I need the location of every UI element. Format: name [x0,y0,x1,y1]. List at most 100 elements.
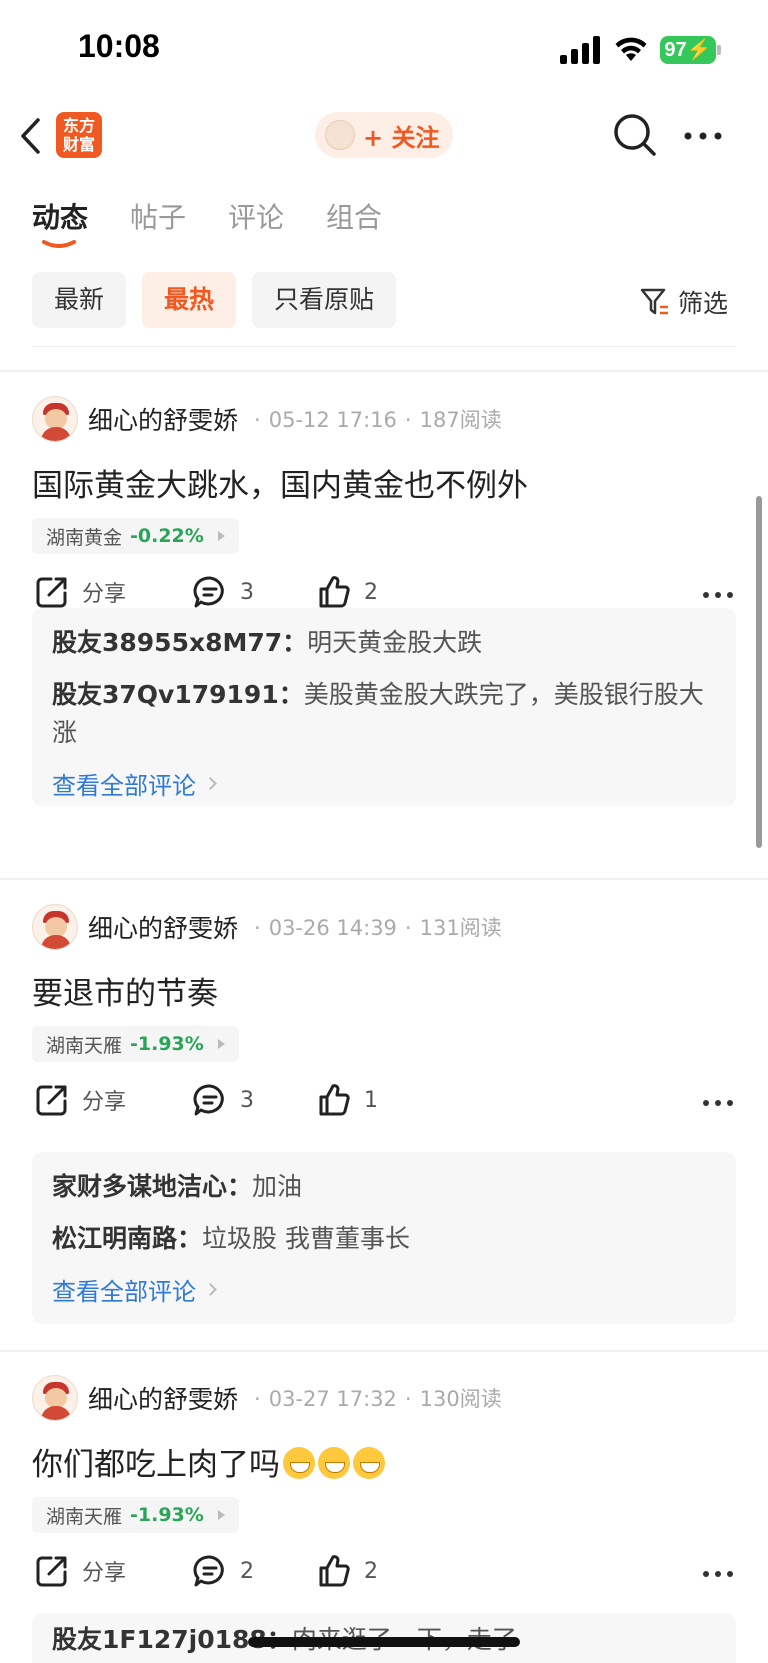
post-card[interactable]: 细心的舒雯娇 · 03-26 14:39 · 131阅读 要退市的节奏 湖南天雁 -1… [0,904,768,1324]
post-title[interactable]: 要退市的节奏 [32,968,218,1013]
post-title[interactable]: 国际黄金大跳水，国内黄金也不例外 [32,460,528,505]
tab-label: 动态 [32,201,89,234]
nav-bar: 东方 财富 + 关注 [0,100,768,172]
tab-bar: 动态 帖子 评论 组合 [32,196,424,256]
search-icon[interactable] [612,112,658,158]
stock-tag[interactable]: 湖南天雁 -1.93% [32,1497,239,1533]
filter-button[interactable]: 筛选 [640,284,728,320]
share-icon [36,1556,67,1587]
post-meta: · 05-12 17:16 · 187阅读 [254,408,502,432]
view-all-label: 查看全部评论 [52,1278,196,1306]
post-title[interactable]: 你们都吃上肉了吗 [32,1439,385,1484]
chevron-right-icon [204,777,217,790]
comment-preview[interactable]: 家财多谋地洁心：加油 松江明南路：垃圾股 我曹董事长 查看全部评论 [32,1152,736,1324]
filter-newest[interactable]: 最新 [32,272,127,328]
play-arrow-icon [217,531,225,541]
comment-user[interactable]: 家财多谋地洁心： [52,1172,252,1201]
share-label: 分享 [82,582,127,607]
post-more-icon[interactable] [702,1569,734,1579]
thumbs-up-icon [319,1084,350,1116]
like-button[interactable]: 2 [316,1553,378,1589]
thumbs-up-icon [319,576,350,608]
post-more-icon[interactable] [702,1098,734,1108]
stock-change: -1.93% [130,1033,204,1055]
back-arrow-icon[interactable] [18,116,44,156]
view-all-comments-link[interactable]: 查看全部评论 [52,1272,716,1307]
share-label: 分享 [82,1561,127,1586]
post-header: 细心的舒雯娇 · 03-26 14:39 · 131阅读 [32,904,502,950]
like-button[interactable]: 1 [316,1082,378,1118]
author-name[interactable]: 细心的舒雯娇 [88,909,238,945]
like-count: 2 [364,579,378,605]
battery-cap [717,45,721,55]
tab-posts[interactable]: 帖子 [130,196,186,256]
tab-dynamic[interactable]: 动态 [32,196,88,256]
post-date: 03-26 14:39 [268,916,397,940]
post-card[interactable]: 细心的舒雯娇 · 05-12 17:16 · 187阅读 国际黄金大跳水，国内黄金也不… [0,396,768,856]
tab-label: 组合 [326,201,383,234]
stock-tag[interactable]: 湖南天雁 -1.93% [32,1026,239,1062]
share-icon [36,1085,67,1116]
comment-user[interactable]: 松江明南路： [52,1224,202,1253]
like-button[interactable]: 2 [316,574,378,610]
home-indicator[interactable] [248,1637,520,1647]
comment-button[interactable]: 3 [192,1082,254,1118]
tab-comments[interactable]: 评论 [228,196,284,256]
comment-item: 家财多谋地洁心：加油 [52,1168,716,1206]
comment-count: 3 [240,1087,254,1113]
tab-label: 评论 [228,201,285,234]
author-name[interactable]: 细心的舒雯娇 [88,401,238,437]
tab-portfolio[interactable]: 组合 [326,196,382,256]
comment-icon [193,576,224,608]
stock-tag[interactable]: 湖南黄金 -0.22% [32,518,239,554]
status-time: 10:08 [78,28,160,64]
stock-name: 湖南黄金 [46,526,123,549]
read-count: 130阅读 [419,1387,502,1411]
author-name[interactable]: 细心的舒雯娇 [88,1380,238,1416]
section-separator [0,878,768,880]
view-all-label: 查看全部评论 [52,772,196,800]
filter-hottest[interactable]: 最热 [142,272,237,328]
stock-name: 湖南天雁 [46,1505,123,1528]
share-button[interactable]: 分享 [34,1082,126,1118]
post-title-text: 你们都吃上肉了吗 [32,1447,280,1483]
stock-change: -1.93% [130,1504,204,1526]
author-avatar[interactable] [32,1375,78,1421]
comment-text: 加油 [252,1172,303,1201]
filter-original-only[interactable]: 只看原贴 [252,272,397,328]
section-separator [0,370,768,372]
comment-button[interactable]: 2 [192,1553,254,1589]
view-all-comments-link[interactable]: 查看全部评论 [52,766,716,801]
chevron-right-icon [204,1283,217,1296]
comment-user[interactable]: 股友37Qv179191： [52,680,304,709]
share-icon [36,577,67,608]
more-options-icon[interactable] [682,124,724,148]
status-bar: 10:08 97⚡ [0,0,768,100]
share-button[interactable]: 分享 [34,574,126,610]
follow-button[interactable]: + 关注 [315,112,453,158]
comment-preview[interactable]: 股友38955x8M77：明天黄金股大跌 股友37Qv179191：美股黄金股大… [32,608,736,806]
post-more-icon[interactable] [702,590,734,600]
play-arrow-icon [217,1510,225,1520]
tab-label: 帖子 [130,201,187,234]
post-date: 05-12 17:16 [268,408,397,432]
sort-filter-bar: 最新 最热 只看原贴 [32,272,412,328]
wifi-icon [615,37,647,61]
scrollbar[interactable] [756,496,762,848]
author-avatar[interactable] [32,396,78,442]
comment-count: 3 [240,579,254,605]
like-count: 2 [364,1558,378,1584]
cellular-signal-icon [560,36,600,64]
post-date: 03-27 17:32 [268,1387,397,1411]
post-meta: · 03-26 14:39 · 131阅读 [254,916,502,940]
share-button[interactable]: 分享 [34,1553,126,1589]
grinning-emoji-icon [318,1447,350,1479]
post-card[interactable]: 细心的舒雯娇 · 03-27 17:32 · 130阅读 你们都吃上肉了吗 湖南天雁 … [0,1375,768,1663]
app-logo[interactable]: 东方 财富 [56,112,102,158]
section-separator [0,1350,768,1352]
comment-button[interactable]: 3 [192,574,254,610]
grinning-emoji-icon [353,1447,385,1479]
author-avatar[interactable] [32,904,78,950]
read-count: 187阅读 [419,408,502,432]
comment-user[interactable]: 股友38955x8M77： [52,628,307,657]
